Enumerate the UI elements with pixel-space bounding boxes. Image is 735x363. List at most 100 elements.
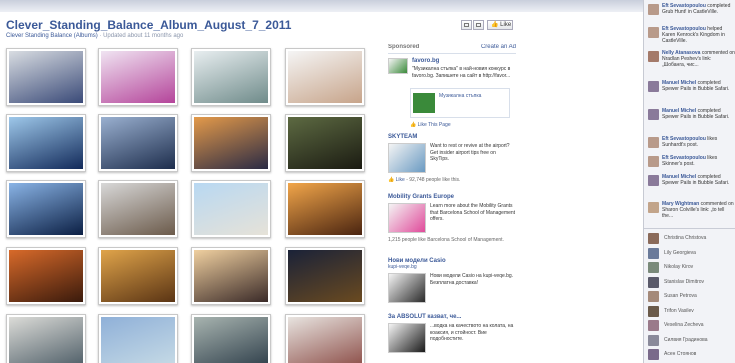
top-navigation-bar: [0, 0, 643, 12]
ad-title[interactable]: SKYTEAM: [388, 134, 516, 140]
photo-image: [288, 51, 362, 103]
ad-title[interactable]: Mobility Grants Europe: [388, 194, 516, 200]
photo-image: [9, 117, 83, 169]
ticker-story-text: Eft Sevastopoulou helped Karen Kenrock's…: [662, 26, 725, 44]
avatar[interactable]: [648, 202, 659, 213]
photo-thumbnail[interactable]: [6, 247, 86, 305]
ad-text: Want to rest or revive at the airport? G…: [430, 143, 510, 162]
chat-friend-item[interactable]: Christina Christova: [644, 232, 735, 245]
chat-friend-item[interactable]: Силвия Градинова: [644, 334, 735, 347]
photo-image: [288, 317, 362, 363]
photo-thumbnail[interactable]: [98, 114, 178, 172]
ticker-story-text: Manuel Michel completed Spewer Pails in …: [662, 174, 730, 186]
photo-thumbnail[interactable]: [98, 48, 178, 106]
ticker-story-text: Eft Sevastopoulou likes Sunhardt's post.: [662, 136, 718, 148]
photo-image: [194, 183, 268, 235]
photo-thumbnail[interactable]: [285, 48, 365, 106]
photo-thumbnail[interactable]: [6, 314, 86, 363]
friend-name: Асен Стоянов: [664, 351, 697, 357]
list-view-button[interactable]: [473, 20, 484, 30]
photo-thumbnail[interactable]: [285, 247, 365, 305]
photo-thumbnail[interactable]: [285, 180, 365, 238]
thumbs-up-icon: 👍: [410, 122, 417, 128]
ad-subtitle[interactable]: kupi-veqe.bg: [388, 264, 516, 270]
preview-image: [413, 93, 435, 113]
ad-image[interactable]: [388, 323, 426, 353]
grid-view-button[interactable]: [461, 20, 472, 30]
avatar[interactable]: [648, 175, 659, 186]
friend-name: Nikolay Kirov: [664, 264, 694, 270]
avatar[interactable]: [648, 156, 659, 167]
ad-image[interactable]: [388, 143, 426, 173]
ad-mobility-grants[interactable]: Mobility Grants Europe Learn more about …: [388, 194, 516, 256]
ad-skyteam[interactable]: SKYTEAM Want to rest or revive at the ai…: [388, 134, 516, 186]
photo-thumbnail[interactable]: [191, 48, 271, 106]
ticker-story-text: Eft Sevastopoulou likes Skinner's post.: [662, 155, 718, 167]
chat-friend-item[interactable]: Nikolay Kirov: [644, 261, 735, 274]
photo-thumbnail[interactable]: [6, 180, 86, 238]
photo-thumbnail[interactable]: [191, 180, 271, 238]
avatar: [648, 291, 659, 302]
photo-thumbnail[interactable]: [191, 247, 271, 305]
photo-image: [9, 51, 83, 103]
avatar[interactable]: [648, 109, 659, 120]
photo-image: [194, 250, 268, 302]
photo-thumbnail[interactable]: [191, 314, 271, 363]
friend-name: Trifon Vasilev: [664, 307, 694, 314]
avatar: [648, 305, 659, 317]
photo-image: [288, 250, 362, 302]
ad-image[interactable]: [388, 273, 426, 303]
list-icon: [476, 23, 481, 27]
ticker-story-text: Manuel Michel completed Spewer Pails in …: [662, 108, 730, 120]
photo-thumbnail[interactable]: [191, 114, 271, 172]
ad-text: "Музикална стъпка" в най-новия конкурс в…: [412, 66, 511, 79]
avatar[interactable]: [648, 137, 659, 148]
grid-icon: [464, 23, 469, 27]
ad-title[interactable]: favoro.bg: [412, 58, 439, 64]
photo-thumbnail[interactable]: [6, 114, 86, 172]
avatar[interactable]: [648, 27, 659, 38]
ad-like-link[interactable]: 👍 Like This Page: [410, 122, 451, 128]
avatar[interactable]: [648, 81, 659, 92]
create-ad-link[interactable]: Create an Ad: [481, 44, 516, 50]
ad-image[interactable]: [388, 203, 426, 233]
ad-favoro[interactable]: favoro.bg "Музикална стъпка" в най-новия…: [388, 58, 516, 132]
friend-name: Силвия Градинова: [664, 336, 708, 343]
ad-image[interactable]: [388, 58, 408, 74]
photo-image: [288, 117, 362, 169]
ad-casio[interactable]: Нови модели Casio kupi-veqe.bg Нови моде…: [388, 258, 516, 310]
ad-page-preview[interactable]: Музикална стъпка: [410, 88, 510, 118]
photo-thumbnail[interactable]: [98, 314, 178, 363]
avatar[interactable]: [648, 51, 659, 62]
ad-like-link[interactable]: Like: [396, 177, 405, 183]
sponsored-header: Sponsored Create an Ad: [388, 44, 516, 54]
chat-friend-item[interactable]: Lily Georgieva: [644, 247, 735, 260]
chat-friend-item[interactable]: Susan Petrova: [644, 290, 735, 303]
chat-friend-item[interactable]: Асен Стоянов: [644, 348, 735, 361]
photo-thumbnail[interactable]: [98, 247, 178, 305]
photo-image: [101, 250, 175, 302]
preview-title[interactable]: Музикална стъпка: [439, 93, 481, 99]
photo-image: [101, 51, 175, 103]
avatar: [648, 320, 659, 331]
ticker-sidebar: Eft Sevastopoulou completed Grub Hunt! i…: [643, 0, 735, 363]
photo-thumbnail[interactable]: [98, 180, 178, 238]
avatar[interactable]: [648, 4, 659, 15]
ticker-story-text: Manuel Michel completed Spewer Pails in …: [662, 80, 730, 92]
photo-thumbnail[interactable]: [285, 114, 365, 172]
photo-thumbnail[interactable]: [285, 314, 365, 363]
album-owner-link[interactable]: Clever Standing Balance (Albums): [6, 33, 98, 39]
chat-friend-item[interactable]: Trifon Vasilev: [644, 305, 735, 318]
avatar: [648, 233, 659, 244]
photo-thumbnail[interactable]: [6, 48, 86, 106]
chat-friend-item[interactable]: Veselina Zecheva: [644, 319, 735, 332]
ad-absolut[interactable]: За ABSOLUT казват, че... ...водка на кач…: [388, 314, 516, 363]
sponsored-column: Sponsored Create an Ad favoro.bg "Музика…: [388, 44, 516, 363]
chat-friend-item[interactable]: Stanislav Dimitrov: [644, 276, 735, 289]
photo-image: [194, 317, 268, 363]
album-title[interactable]: Clever_Standing_Balance_Album_August_7_2…: [6, 18, 291, 32]
photo-image: [194, 51, 268, 103]
photo-image: [101, 117, 175, 169]
ad-title[interactable]: За ABSOLUT казват, че...: [388, 314, 516, 320]
like-button[interactable]: 👍 Like: [487, 20, 513, 30]
